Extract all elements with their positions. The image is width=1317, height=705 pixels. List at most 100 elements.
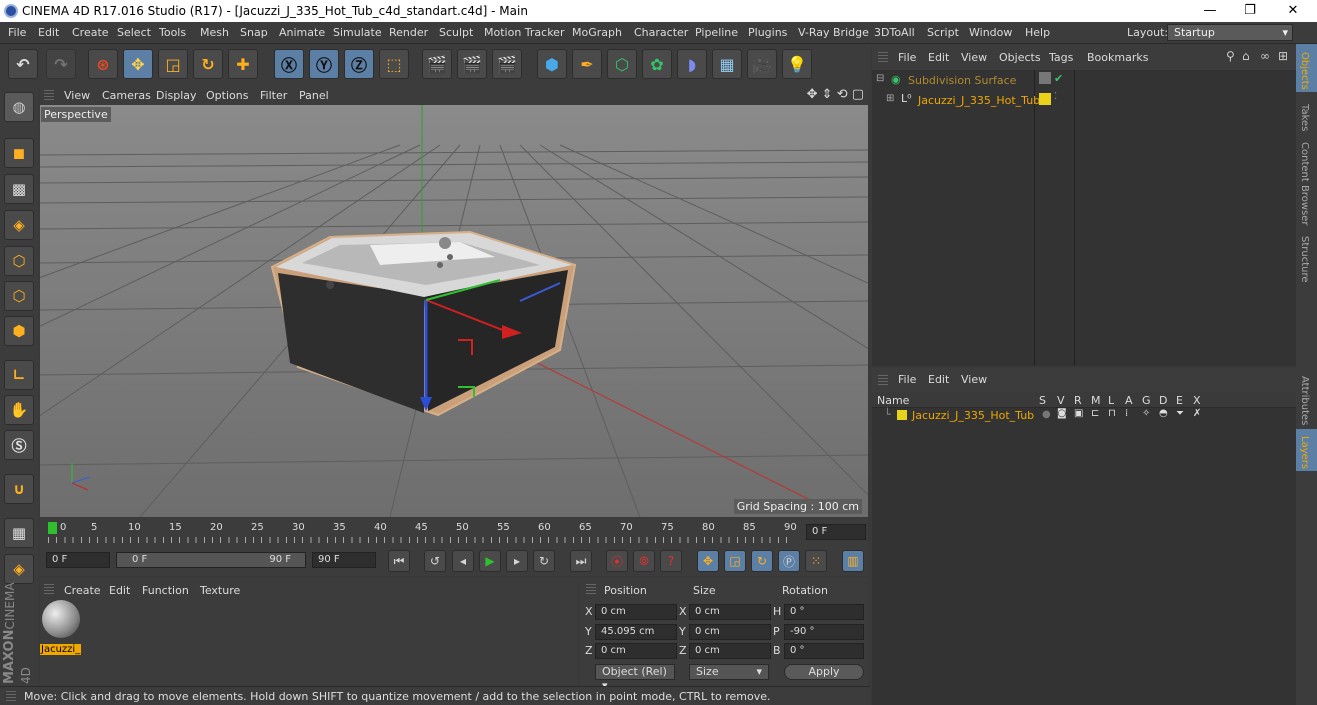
size-mode-select[interactable]: Size ▾	[689, 664, 769, 680]
light-button[interactable]: 💡	[782, 49, 812, 79]
menu-pipeline[interactable]: Pipeline	[695, 26, 738, 39]
vp-menu-view[interactable]: View	[64, 89, 90, 102]
next-frame-button[interactable]: ▸	[506, 550, 528, 572]
layer-menu-file[interactable]: File	[898, 373, 916, 386]
home-icon[interactable]: ⌂	[1242, 49, 1250, 63]
grip-icon[interactable]	[44, 90, 54, 100]
z-axis-lock-button[interactable]: Ⓩ	[344, 49, 374, 79]
menu-script[interactable]: Script	[927, 26, 959, 39]
menu-vray-bridge[interactable]: V-Ray Bridge	[798, 26, 869, 39]
frame-range-slider[interactable]: 0 F 90 F	[116, 552, 306, 568]
link-icon[interactable]: ∞	[1260, 49, 1270, 63]
layout-select[interactable]: Startup ▾	[1167, 24, 1293, 41]
start-frame-field[interactable]: 0 F	[46, 552, 110, 568]
render-settings-button[interactable]: 🎬	[492, 49, 522, 79]
subdivision-button[interactable]: ⬡	[607, 49, 637, 79]
rot-p-field[interactable]: -90 °	[784, 624, 864, 640]
floor-button[interactable]: ▦	[712, 49, 742, 79]
search-icon[interactable]: ⚲	[1226, 49, 1235, 63]
menu-character[interactable]: Character	[634, 26, 688, 39]
visibility-dots-icon[interactable]: ⁚	[1054, 91, 1057, 102]
obj-menu-bookmarks[interactable]: Bookmarks	[1087, 51, 1148, 64]
rotate-tool-button[interactable]: ↻	[193, 49, 223, 79]
tab-attributes[interactable]: Attributes	[1299, 376, 1310, 425]
key-parameter-button[interactable]: Ⓟ	[778, 550, 800, 572]
layer-menu-edit[interactable]: Edit	[928, 373, 949, 386]
previous-frame-button[interactable]: ◂	[452, 550, 474, 572]
coord-mode-select[interactable]: Object (Rel) ▾	[595, 664, 675, 692]
menu-sculpt[interactable]: Sculpt	[439, 26, 473, 39]
restore-button[interactable]: ❐	[1235, 2, 1265, 20]
move-tool-button[interactable]: ✥	[123, 49, 153, 79]
end-frame-field[interactable]: 90 F	[312, 552, 376, 568]
mat-menu-texture[interactable]: Texture	[200, 584, 240, 597]
object-row-subdivision[interactable]: ⊟ ◉ Subdivision Surface ✔	[872, 71, 1296, 89]
menu-tools[interactable]: Tools	[159, 26, 186, 39]
tab-content-browser[interactable]: Content Browser	[1299, 142, 1310, 225]
x-axis-lock-button[interactable]: Ⓧ	[274, 49, 304, 79]
eye-toggle-icon[interactable]: ◙	[1057, 408, 1067, 419]
object-row-jacuzzi[interactable]: ⊞ L⁰ Jacuzzi_J_335_Hot_Tub ⁚	[872, 91, 1296, 109]
layer-name[interactable]: Jacuzzi_J_335_Hot_Tub	[912, 409, 1034, 422]
xref-toggle-icon[interactable]: ✗	[1193, 408, 1201, 419]
layer-color-swatch[interactable]	[897, 410, 907, 420]
y-axis-lock-button[interactable]: Ⓨ	[309, 49, 339, 79]
col-view[interactable]: V	[1057, 394, 1065, 407]
redo-button[interactable]: ↷	[46, 49, 76, 79]
timeline-ruler[interactable]: 0 5 10 15 20 25 30 35 40 45 50 55 60 65 …	[40, 518, 868, 546]
snap-button[interactable]: Ⓢ	[4, 430, 34, 460]
playhead[interactable]	[48, 522, 57, 534]
undo-button[interactable]: ↶	[8, 49, 38, 79]
menu-render[interactable]: Render	[389, 26, 428, 39]
menu-edit[interactable]: Edit	[38, 26, 59, 39]
viewport-nav-icons[interactable]: ✥ ⇕ ⟲ ▢	[807, 87, 864, 102]
menu-file[interactable]: File	[8, 26, 26, 39]
minimize-button[interactable]: —	[1195, 2, 1225, 20]
keyframe-selection-button[interactable]: ?	[660, 550, 682, 572]
mat-menu-create[interactable]: Create	[64, 584, 101, 597]
viewport-perspective[interactable]: Perspective Grid Spacing : 100 cm	[40, 105, 868, 517]
col-expressions[interactable]: E	[1176, 394, 1183, 407]
col-solo[interactable]: S	[1039, 394, 1046, 407]
key-position-button[interactable]: ✥	[697, 550, 719, 572]
axis-mode-button[interactable]: ∟	[4, 360, 34, 390]
lock-toggle-icon[interactable]: ⊓	[1108, 408, 1116, 419]
size-y-field[interactable]: 0 cm	[689, 624, 771, 640]
tab-layers[interactable]: Layers	[1299, 436, 1310, 469]
col-deformers[interactable]: D	[1159, 394, 1167, 407]
size-x-field[interactable]: 0 cm	[689, 604, 771, 620]
material-label[interactable]: Jacuzzi_	[40, 644, 82, 655]
key-point-level-button[interactable]: ⁙	[805, 550, 827, 572]
tab-objects[interactable]: Objects	[1299, 52, 1310, 90]
menu-snap[interactable]: Snap	[240, 26, 268, 39]
obj-menu-tags[interactable]: Tags	[1049, 51, 1073, 64]
object-name[interactable]: Subdivision Surface	[908, 74, 1016, 87]
vp-menu-display[interactable]: Display	[156, 89, 197, 102]
animation-toggle-icon[interactable]: ⁞	[1125, 408, 1128, 419]
expression-toggle-icon[interactable]: ⏷	[1176, 408, 1184, 419]
menu-create[interactable]: Create	[72, 26, 109, 39]
previous-key-button[interactable]: ↺	[424, 550, 446, 572]
menu-mesh[interactable]: Mesh	[200, 26, 229, 39]
layer-menu-view[interactable]: View	[961, 373, 987, 386]
collapse-icon[interactable]: ⊟	[876, 73, 884, 84]
workplane-mode-button[interactable]: ◈	[4, 210, 34, 240]
menu-simulate[interactable]: Simulate	[333, 26, 382, 39]
tweak-mode-button[interactable]: ✋	[4, 395, 34, 425]
current-frame-field[interactable]: 0 F	[806, 524, 866, 540]
menu-animate[interactable]: Animate	[279, 26, 325, 39]
obj-menu-objects[interactable]: Objects	[999, 51, 1041, 64]
check-icon[interactable]: ✔	[1054, 72, 1063, 85]
layer-color-swatch[interactable]	[1039, 93, 1051, 105]
deformer-toggle-icon[interactable]: ◓	[1159, 408, 1168, 419]
manager-toggle-icon[interactable]: ⊏	[1091, 408, 1099, 419]
camera-button[interactable]: 🎥	[747, 49, 777, 79]
key-scale-button[interactable]: ◲	[724, 550, 746, 572]
texture-mode-button[interactable]: ▩	[4, 174, 34, 204]
menu-window[interactable]: Window	[969, 26, 1012, 39]
recent-tool-button[interactable]: ✚	[228, 49, 258, 79]
col-xref[interactable]: X	[1193, 394, 1201, 407]
lock-workplane-button[interactable]: ▦	[4, 518, 34, 548]
rot-h-field[interactable]: 0 °	[784, 604, 864, 620]
play-button[interactable]: ▶	[479, 550, 501, 572]
